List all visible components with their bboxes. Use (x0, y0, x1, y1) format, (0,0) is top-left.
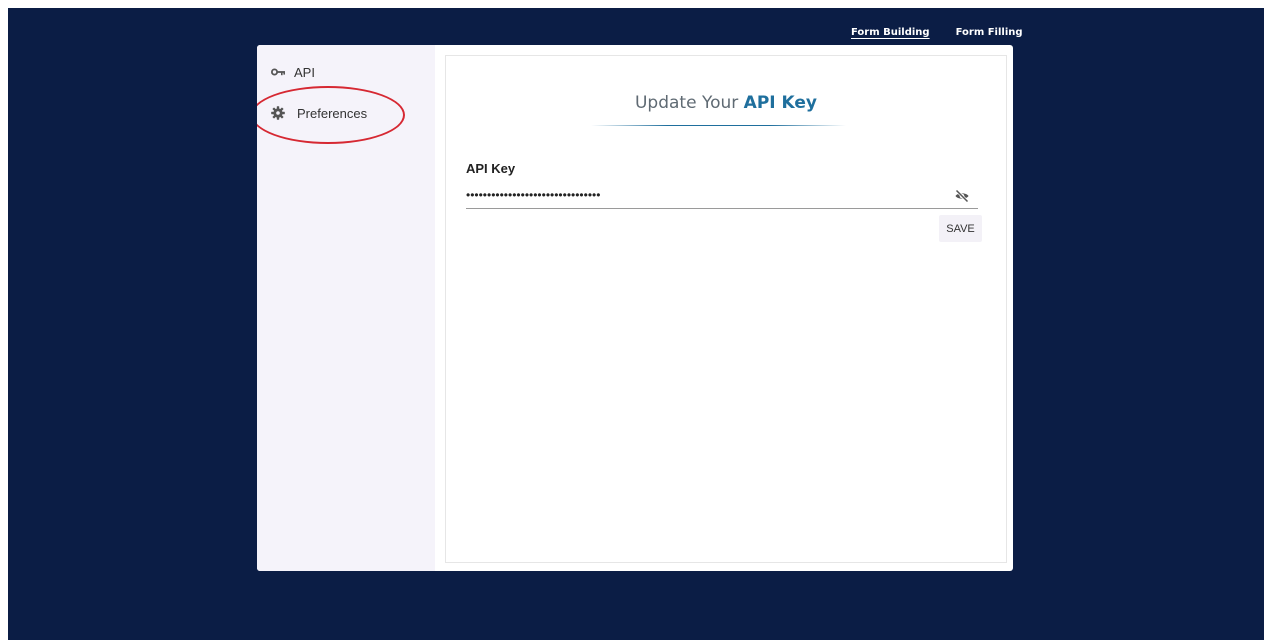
sidebar: API Preferences (257, 45, 435, 571)
top-nav: Form Building Form Filling (851, 27, 1023, 38)
save-button[interactable]: SAVE (939, 215, 982, 242)
api-key-input[interactable] (466, 184, 978, 209)
sidebar-item-preferences[interactable]: Preferences (270, 105, 367, 121)
content-panel: Update Your API Key API Key SAVE (445, 55, 1007, 563)
sidebar-item-label: API (294, 64, 315, 80)
title-accent: API Key (743, 93, 818, 113)
gear-icon (270, 105, 286, 121)
title-underline (591, 125, 846, 126)
api-key-label: API Key (466, 161, 516, 176)
sidebar-item-label: Preferences (297, 105, 368, 121)
nav-form-filling[interactable]: Form Filling (956, 27, 1023, 38)
nav-form-building[interactable]: Form Building (851, 27, 930, 38)
key-icon (270, 64, 286, 80)
title-prefix: Update Your (634, 93, 739, 113)
page-title: Update Your API Key (446, 93, 1006, 113)
sidebar-item-api[interactable]: API (270, 64, 315, 80)
visibility-off-icon[interactable] (954, 188, 970, 204)
settings-card: API Preferences Update Your API Key API … (257, 45, 1013, 571)
